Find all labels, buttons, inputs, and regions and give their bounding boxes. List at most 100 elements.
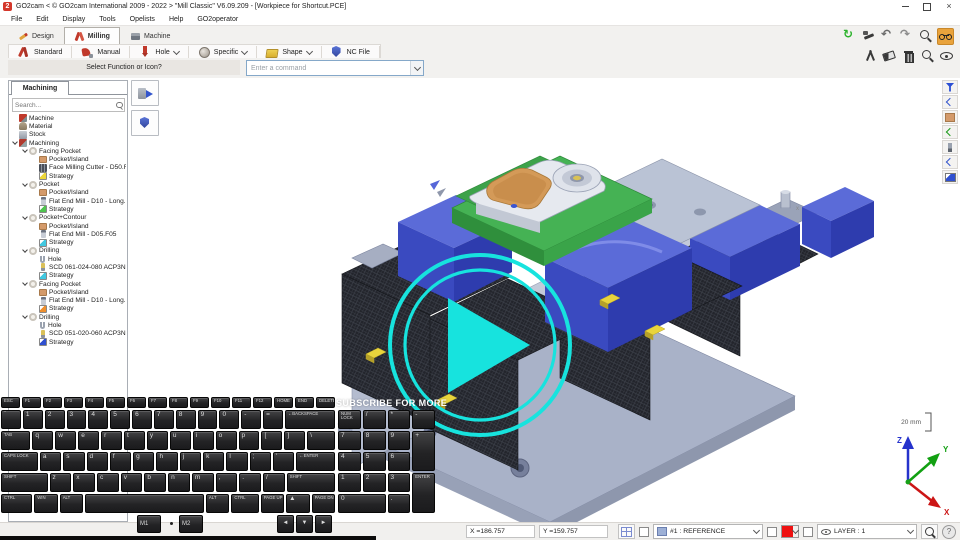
collapse-tool-button[interactable] [942, 125, 958, 139]
key-7[interactable]: 7 [154, 410, 174, 429]
key-s[interactable]: s [63, 452, 84, 471]
tab-design[interactable]: Design [8, 27, 64, 44]
key-blank[interactable]: \ [307, 431, 335, 450]
eraser-button[interactable] [882, 48, 897, 63]
reference-checkbox[interactable] [639, 527, 649, 537]
key-p[interactable]: p [239, 431, 260, 450]
reference-selector[interactable]: #1 : REFERENCE [653, 524, 763, 539]
expand-chevron-icon[interactable] [22, 215, 28, 221]
key-win[interactable]: WIN [34, 494, 57, 513]
tree-item[interactable]: Pocket/Island [10, 155, 126, 163]
key-f6[interactable]: F6 [127, 397, 146, 408]
key-9[interactable]: 9 [198, 410, 218, 429]
key-i[interactable]: i [193, 431, 214, 450]
measure-button[interactable] [863, 48, 878, 63]
nc-file-button[interactable]: NC File [322, 46, 380, 59]
command-dropdown-button[interactable] [410, 61, 423, 75]
key-blank[interactable]: ` [1, 410, 21, 429]
collapse-strategy-button[interactable] [942, 155, 958, 169]
shape-button[interactable]: Shape [257, 46, 321, 59]
tree-item[interactable]: Stock [10, 131, 126, 139]
key-shift[interactable]: SHIFT [287, 473, 335, 492]
key-blank[interactable]: , [216, 473, 238, 492]
minimize-button[interactable] [894, 0, 916, 13]
key-f7[interactable]: F7 [148, 397, 167, 408]
key-blank[interactable]: ] [284, 431, 305, 450]
key-blank[interactable]: = [263, 410, 283, 429]
key-ctrl[interactable]: CTRL [231, 494, 258, 513]
tab-milling[interactable]: Milling [64, 27, 120, 44]
filter-button[interactable] [942, 80, 958, 94]
key-arrow-blank[interactable]: ◄ [277, 515, 294, 533]
key-o[interactable]: o [216, 431, 237, 450]
key-arrow-blank[interactable]: ▼ [296, 515, 313, 533]
key-5[interactable]: 5 [110, 410, 130, 429]
key-num-8[interactable]: 8 [363, 431, 386, 450]
key-a[interactable]: a [40, 452, 61, 471]
key-n[interactable]: n [168, 473, 190, 492]
key-z[interactable]: z [50, 473, 72, 492]
key-num-0[interactable]: 0 [338, 494, 386, 513]
help-button[interactable] [942, 525, 956, 539]
key-6[interactable]: 6 [132, 410, 152, 429]
key-blank[interactable]: ; [250, 452, 271, 471]
key-m1[interactable]: M1 [137, 515, 161, 533]
key-w[interactable]: w [55, 431, 76, 450]
key-l[interactable]: l [226, 452, 247, 471]
key-f10[interactable]: F10 [211, 397, 230, 408]
tree-item[interactable]: Flat End Mill - D10 - Long.F05 [10, 297, 126, 305]
key-esc[interactable]: ESC [1, 397, 20, 408]
key-m[interactable]: m [192, 473, 214, 492]
key-blank[interactable]: ' [273, 452, 294, 471]
tree-item[interactable]: Flat End Mill - D10 - Long.F05 [10, 197, 126, 205]
key-blank[interactable]: [ [261, 431, 282, 450]
tree-item[interactable]: Strategy [10, 205, 126, 213]
key-t[interactable]: t [124, 431, 145, 450]
key-delete[interactable]: DELETE [316, 397, 335, 408]
zoom-window-button[interactable] [920, 48, 935, 63]
key-x[interactable]: x [73, 473, 95, 492]
key-f8[interactable]: F8 [169, 397, 188, 408]
zoom-selection-button[interactable] [921, 524, 938, 539]
tree-search-box[interactable] [12, 98, 125, 112]
key-num-3[interactable]: 3 [388, 473, 411, 492]
key-num-2[interactable]: 2 [363, 473, 386, 492]
tree-item[interactable]: Hole [10, 255, 126, 263]
standard-button[interactable]: Standard [9, 46, 72, 59]
key-num-blank[interactable]: / [363, 410, 386, 429]
nc-shield-button[interactable] [131, 110, 159, 136]
tree-item[interactable]: Strategy [10, 338, 126, 346]
key-8[interactable]: 8 [176, 410, 196, 429]
key-1[interactable]: 1 [23, 410, 43, 429]
tree-item[interactable]: SCD 061-024-080 ACP3N.F01 [10, 263, 126, 271]
key-u[interactable]: u [170, 431, 191, 450]
tab-machine[interactable]: Machine [120, 27, 180, 44]
key-alt[interactable]: ALT [206, 494, 229, 513]
regenerate-button[interactable] [842, 28, 857, 43]
tree-item[interactable]: Drilling [10, 313, 126, 321]
key-blank[interactable]: . [239, 473, 261, 492]
key-blank[interactable] [85, 494, 204, 513]
grid-plane-button[interactable] [618, 524, 635, 539]
key-home[interactable]: HOME [274, 397, 293, 408]
tree-item[interactable]: Facing Pocket [10, 147, 126, 155]
strategy-panel-button[interactable] [942, 170, 958, 184]
key-num-blank[interactable]: - [412, 410, 435, 429]
key-d[interactable]: d [87, 452, 108, 471]
color-swatch[interactable] [781, 525, 799, 538]
key-num-4[interactable]: 4 [338, 452, 361, 471]
pocket-panel-button[interactable] [942, 110, 958, 124]
tree-item[interactable]: Strategy [10, 172, 126, 180]
key-j[interactable]: j [180, 452, 201, 471]
tree-item[interactable]: Material [10, 122, 126, 130]
tree-item[interactable]: Machining [10, 139, 126, 147]
menu-edit[interactable]: Edit [29, 16, 55, 23]
command-combobox[interactable]: Enter a command [246, 60, 424, 76]
key-f1[interactable]: F1 [22, 397, 41, 408]
clean-button[interactable] [901, 48, 916, 63]
key-backspace[interactable]: ←BACKSPACE [285, 410, 335, 429]
menu-go2operator[interactable]: GO2operator [190, 16, 245, 23]
key-caps-lock[interactable]: CAPS LOCK [1, 452, 38, 471]
collapse-pocket-button[interactable] [942, 95, 958, 109]
key-2[interactable]: 2 [45, 410, 65, 429]
